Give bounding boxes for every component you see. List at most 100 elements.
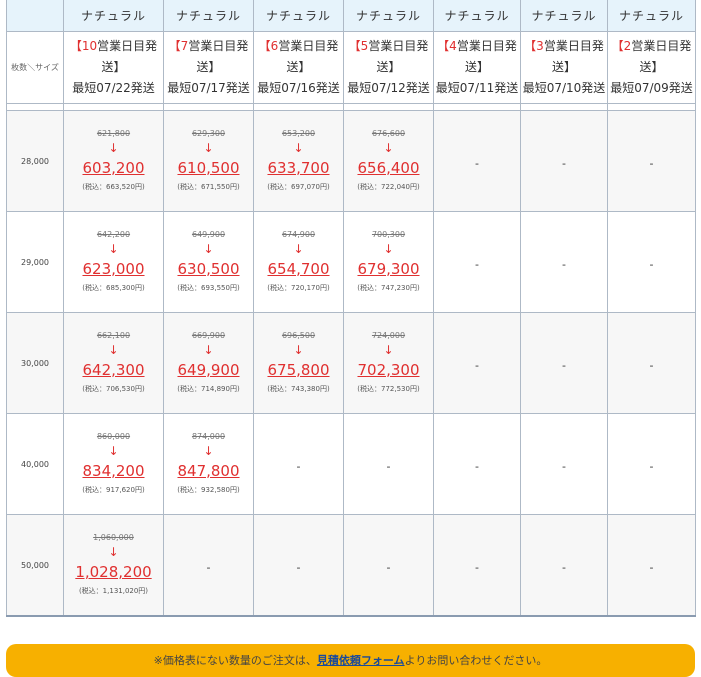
original-price: 662,100 [96,331,131,340]
price-cell[interactable]: 642,200 ↓ 623,000 (税込：685,300円) [63,211,164,313]
price-cell[interactable]: 874,000 ↓ 847,800 (税込：932,580円) [163,413,254,515]
column-header: ナチュラル [253,0,344,32]
discount-price-link[interactable]: 654,700 [255,257,343,281]
unavailable-dash: - [649,257,654,271]
price-cell[interactable]: 674,900 ↓ 654,700 (税込：720,170円) [253,211,344,313]
earliest-date: 最短07/11発送 [435,81,519,95]
discount-price-link[interactable]: 623,000 [65,257,163,281]
shipping-days: 【5営業日目発送】 [345,36,433,78]
discount-price-link[interactable]: 630,500 [165,257,253,281]
original-price: 653,200 [281,129,316,138]
empty-cell: - [607,413,696,515]
spacer-cell [520,103,608,111]
original-price: 629,300 [191,129,226,138]
discount-price-link[interactable]: 679,300 [345,257,433,281]
shipping-cell: 【10営業日目発送】 最短07/22発送 [63,31,164,104]
down-arrow-icon: ↓ [383,141,394,155]
discount-price-link[interactable]: 642,300 [65,358,163,382]
down-arrow-icon: ↓ [383,242,394,256]
down-arrow-icon: ↓ [383,343,394,357]
price-cell[interactable]: 669,900 ↓ 649,900 (税込：714,890円) [163,312,254,414]
tax-included-price: (税込：697,070円) [267,183,330,191]
column-header: ナチュラル [163,0,254,32]
table-row: 29,000 642,200 ↓ 623,000 (税込：685,300円) 649,90… [6,211,696,313]
discount-price-link[interactable]: 656,400 [345,156,433,180]
unavailable-dash: - [649,358,654,372]
empty-cell: - [520,514,608,617]
down-arrow-icon: ↓ [293,141,304,155]
tax-included-price: (税込：917,620円) [82,486,145,494]
shipping-cell: 【4営業日目発送】最短07/11発送 [433,31,521,104]
original-price: 621,800 [96,129,131,138]
price-cell[interactable]: 629,300 ↓ 610,500 (税込：671,550円) [163,110,254,212]
price-cell[interactable]: 1,060,000 ↓ 1,028,200 (税込：1,131,020円) [63,514,164,617]
table-row: 30,000 662,100 ↓ 642,300 (税込：706,530円) 669,90… [6,312,696,414]
earliest-date: 最短07/12発送 [347,81,430,95]
empty-cell: - [520,312,608,414]
down-arrow-icon: ↓ [293,242,304,256]
shipping-cell: 【6営業日目発送】 最短07/16発送 [253,31,344,104]
spacer-cell [6,103,64,111]
tax-included-price: (税込：714,890円) [177,385,240,393]
quote-form-link[interactable]: 見積依頼フォーム [317,654,405,667]
price-cell[interactable]: 696,500 ↓ 675,800 (税込：743,380円) [253,312,344,414]
shipping-days: 【3営業日目発送】 [522,36,607,78]
column-header: ナチュラル [63,0,164,32]
shipping-cell: 【2営業日目発送】 最短07/09発送 [607,31,696,104]
discount-price-link[interactable]: 633,700 [255,156,343,180]
price-cell[interactable]: 653,200 ↓ 633,700 (税込：697,070円) [253,110,344,212]
unavailable-dash: - [296,459,301,473]
discount-price-link[interactable]: 834,200 [65,459,163,483]
tax-included-price: (税込：747,230円) [357,284,420,292]
unavailable-dash: - [562,156,566,170]
discount-price-link[interactable]: 649,900 [165,358,253,382]
earliest-date: 最短07/16発送 [257,81,340,95]
discount-price-link[interactable]: 1,028,200 [65,560,163,584]
price-cell[interactable]: 649,900 ↓ 630,500 (税込：693,550円) [163,211,254,313]
unavailable-dash: - [649,459,654,473]
shipping-days: 【2営業日目発送】 [609,36,695,78]
empty-cell: - [607,110,696,212]
empty-cell: - [433,413,521,515]
table-row: 50,000 1,060,000 ↓ 1,028,200 (税込：1,131,020円)… [6,514,696,617]
unavailable-dash: - [562,257,566,271]
discount-price-link[interactable]: 610,500 [165,156,253,180]
days-text: 営業日目発送】 [188,39,249,74]
down-arrow-icon: ↓ [108,545,119,559]
down-arrow-icon: ↓ [108,444,119,458]
shipping-cell: 【7営業日目発送】 最短07/17発送 [163,31,254,104]
shipping-days: 【4営業日目発送】 [435,36,520,78]
price-cell[interactable]: 662,100 ↓ 642,300 (税込：706,530円) [63,312,164,414]
price-cell[interactable]: 724,000 ↓ 702,300 (税込：772,530円) [343,312,434,414]
price-cell[interactable]: 860,000 ↓ 834,200 (税込：917,620円) [63,413,164,515]
tax-included-price: (税込：932,580円) [177,486,240,494]
shipping-row: 枚数＼サイズ 【10営業日目発送】 最短07/22発送 【7営業日目発送】 最短07/1… [6,31,696,104]
days-text: 営業日目発送】 [456,39,517,74]
unavailable-dash: - [206,560,211,574]
bracket-open: 【 [348,39,361,53]
empty-cell: - [433,211,521,313]
quote-banner: ※価格表にない数量のご注文は、見積依頼フォームよりお問い合わせください。 [6,644,695,677]
price-cell[interactable]: 621,800 ↓ 603,200 (税込：663,520円) [63,110,164,212]
discount-price-link[interactable]: 603,200 [65,156,163,180]
down-arrow-icon: ↓ [108,242,119,256]
unavailable-dash: - [386,459,391,473]
empty-cell: - [607,312,696,414]
bracket-open: 【 [168,39,181,53]
discount-price-link[interactable]: 847,800 [165,459,253,483]
shipping-cell: 【5営業日目発送】最短07/12発送 [343,31,434,104]
price-cell[interactable]: 676,600 ↓ 656,400 (税込：722,040円) [343,110,434,212]
original-price: 700,300 [371,230,406,239]
unavailable-dash: - [475,560,479,574]
size-label: 枚数＼サイズ [6,31,64,104]
original-price: 642,200 [96,230,131,239]
price-cell[interactable]: 700,300 ↓ 679,300 (税込：747,230円) [343,211,434,313]
days-text: 営業日目発送】 [97,39,158,74]
original-price: 676,600 [371,129,406,138]
discount-price-link[interactable]: 675,800 [255,358,343,382]
column-header: ナチュラル [343,0,434,32]
bracket-open: 【 [611,39,624,53]
unavailable-dash: - [475,156,479,170]
discount-price-link[interactable]: 702,300 [345,358,433,382]
unavailable-dash: - [475,459,479,473]
